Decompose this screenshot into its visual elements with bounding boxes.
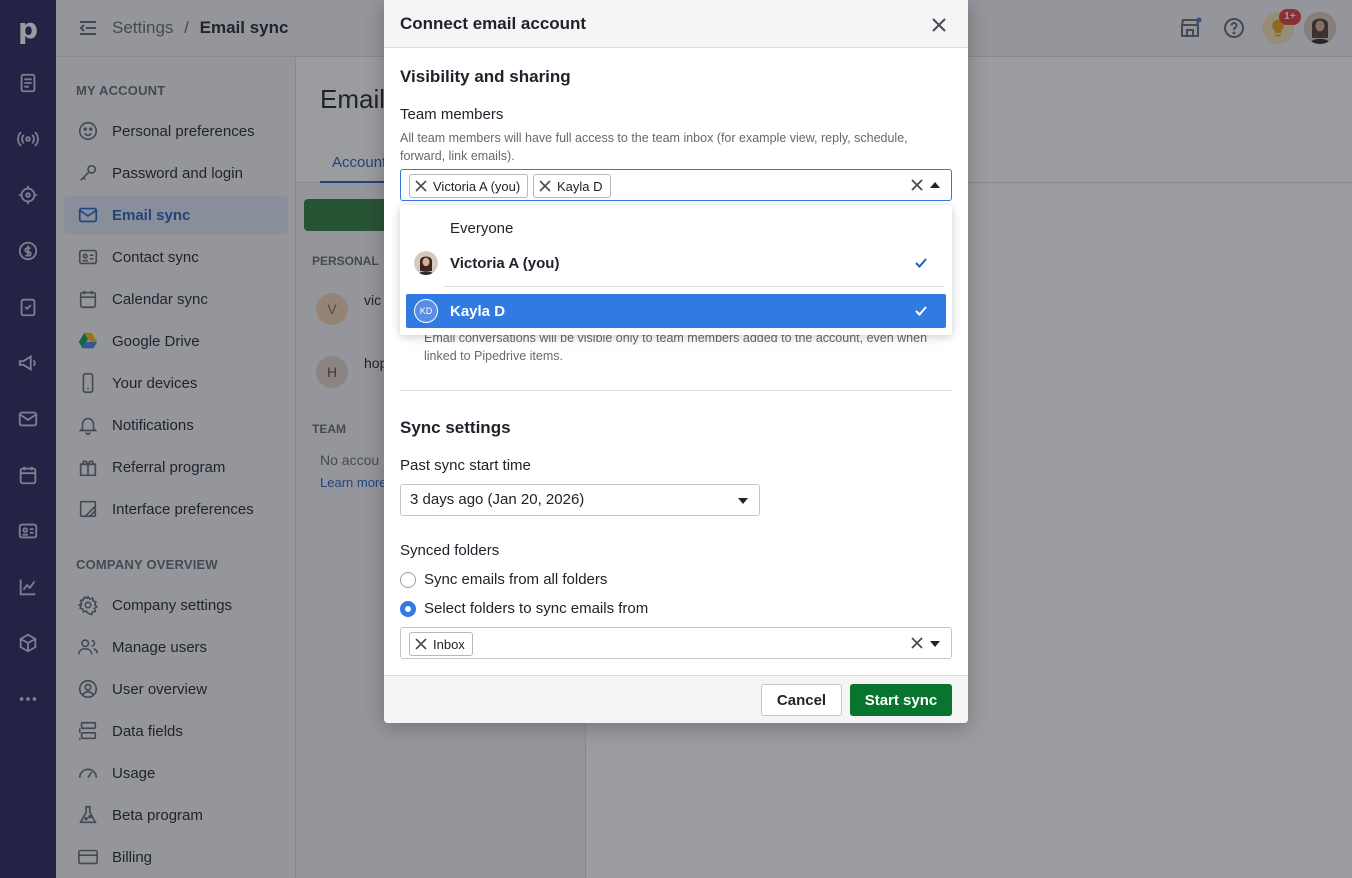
modal-footer: Cancel Start sync [384,675,968,723]
start-sync-button[interactable]: Start sync [850,684,952,716]
caret-down-icon [738,498,748,504]
team-members-label: Team members [400,106,504,123]
checkmark-icon [915,306,927,316]
chip-kayla[interactable]: Kayla D [533,174,611,198]
past-sync-label: Past sync start time [400,457,531,474]
option-label: Victoria A (you) [450,254,560,272]
remove-chip-icon[interactable] [415,180,427,192]
option-victoria[interactable]: Victoria A (you) [406,246,946,280]
past-sync-select[interactable]: 3 days ago (Jan 20, 2026) [400,484,760,516]
modal-header: Connect email account [384,0,968,48]
section-divider [400,390,952,391]
caret-up-icon[interactable] [930,182,940,188]
checkmark-icon [915,258,927,268]
chip-label: Victoria A (you) [433,178,521,194]
radio-button[interactable] [400,571,416,588]
chip-label: Kayla D [557,178,603,194]
remove-chip-icon[interactable] [539,180,551,192]
connect-email-modal: Connect email account Visibility and sha… [384,0,968,723]
radio-sync-all-folders[interactable]: Sync emails from all folders [400,571,607,588]
option-kayla[interactable]: KD Kayla D [406,294,946,328]
radio-select-folders[interactable]: Select folders to sync emails from [400,600,648,617]
chip-label: Inbox [433,636,465,652]
clear-all-icon[interactable] [910,178,924,192]
chip-inbox[interactable]: Inbox [409,632,473,656]
team-members-dropdown: Everyone Victoria A (you) KD Kayla D [400,205,952,335]
modal-title: Connect email account [400,14,587,33]
past-sync-value: 3 days ago (Jan 20, 2026) [410,491,585,508]
team-members-select[interactable]: Victoria A (you) Kayla D [400,169,952,201]
radio-label: Select folders to sync emails from [424,600,649,617]
folders-select[interactable]: Inbox [400,627,952,659]
remove-chip-icon[interactable] [415,638,427,650]
close-icon[interactable] [928,14,950,36]
radio-button[interactable] [400,600,416,617]
option-everyone[interactable]: Everyone [406,211,946,245]
option-separator [444,286,944,287]
caret-down-icon[interactable] [930,641,940,647]
team-members-help: All team members will have full access t… [400,131,908,163]
visibility-section-title: Visibility and sharing [400,67,571,86]
cancel-button[interactable]: Cancel [761,684,842,716]
radio-label: Sync emails from all folders [424,571,608,588]
sync-settings-title: Sync settings [400,418,511,437]
avatar: KD [414,299,438,323]
synced-folders-label: Synced folders [400,542,500,559]
clear-all-icon[interactable] [910,636,924,650]
chip-victoria[interactable]: Victoria A (you) [409,174,529,198]
option-label: Everyone [450,219,514,237]
option-label: Kayla D [450,302,506,320]
avatar [414,251,438,275]
